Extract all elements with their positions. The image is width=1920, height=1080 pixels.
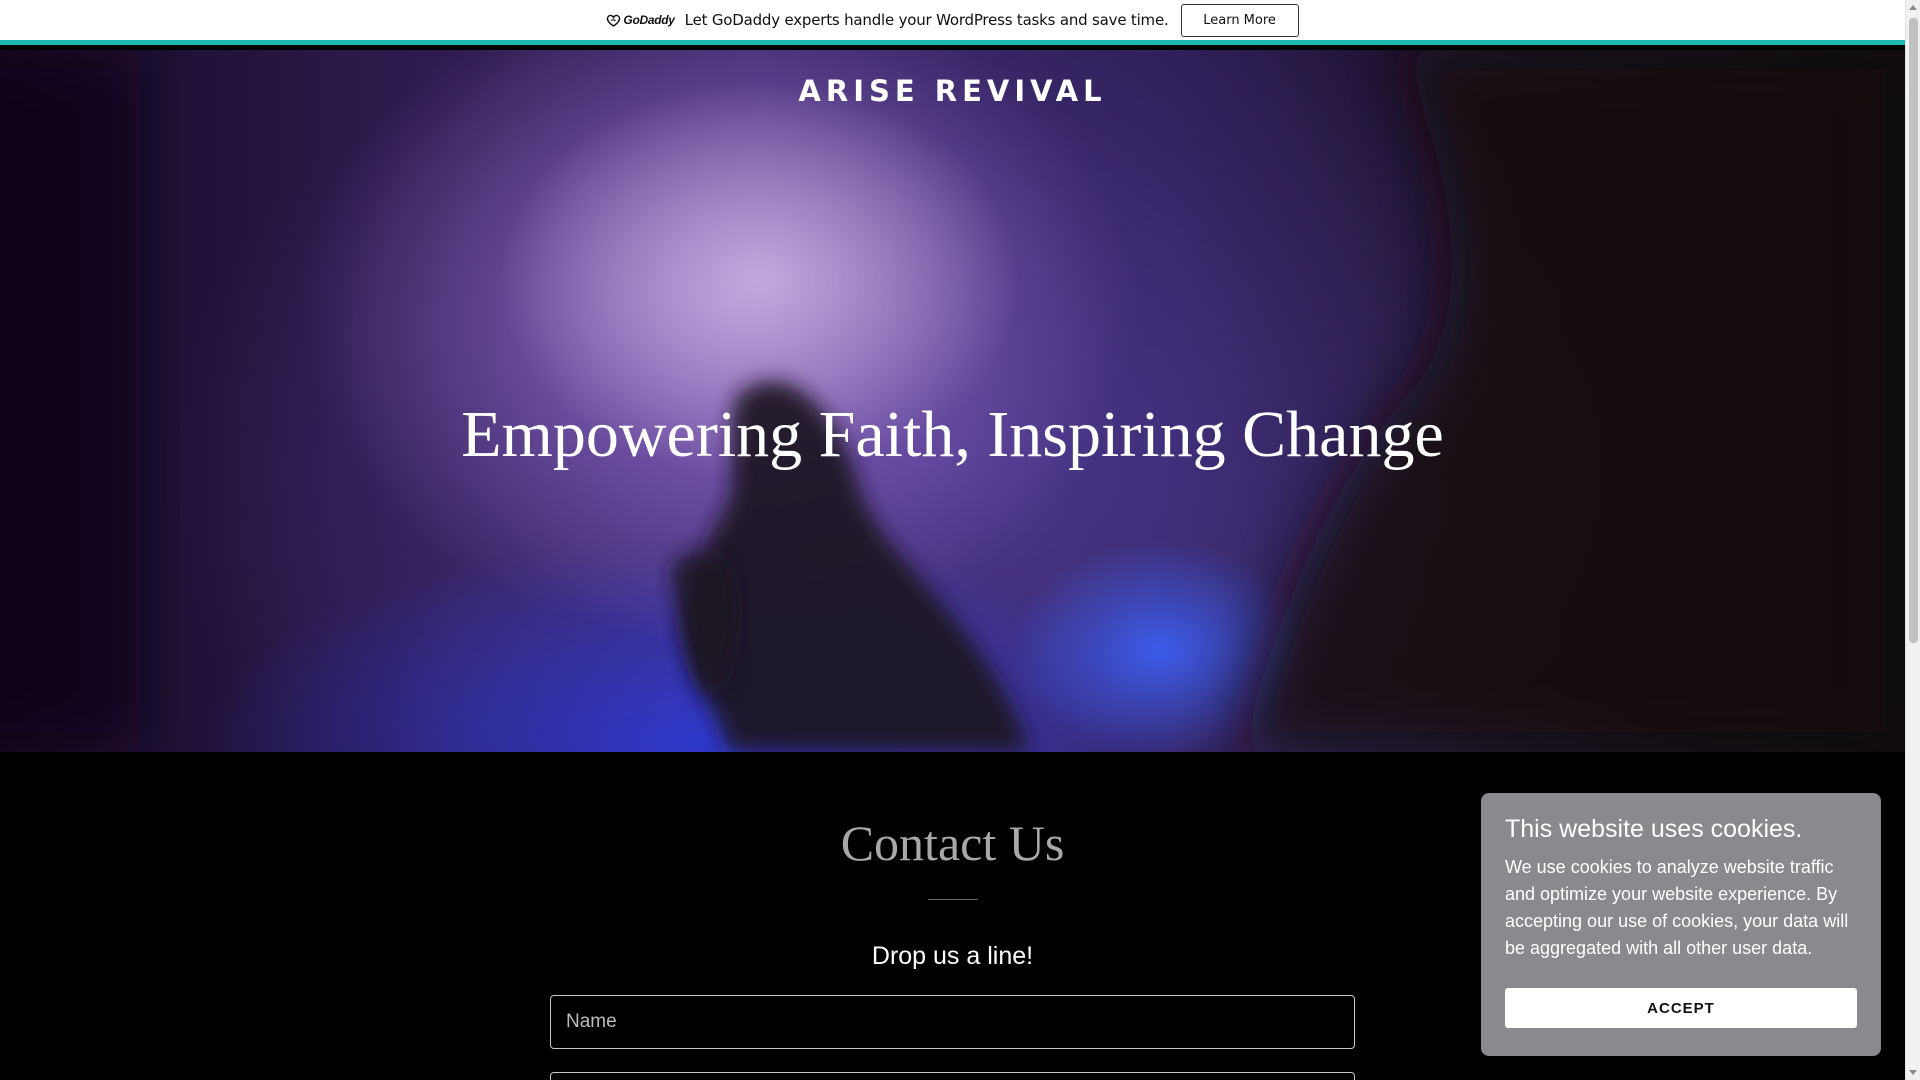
site-title[interactable]: ARISE REVIVAL xyxy=(0,74,1905,108)
scroll-up-arrow-icon[interactable] xyxy=(1909,5,1917,10)
godaddy-logo: GoDaddy xyxy=(606,13,675,27)
godaddy-logo-text: GoDaddy xyxy=(623,13,675,27)
vertical-scrollbar[interactable] xyxy=(1905,0,1920,1080)
accept-cookies-button[interactable]: ACCEPT xyxy=(1505,988,1857,1028)
godaddy-heart-icon xyxy=(607,14,621,27)
banner-message: Let GoDaddy experts handle your WordPres… xyxy=(684,11,1169,29)
hero-section: ARISE REVIVAL Empowering Faith, Inspirin… xyxy=(0,50,1905,752)
page: GoDaddy Let GoDaddy experts handle your … xyxy=(0,0,1905,1080)
name-field[interactable] xyxy=(550,995,1355,1049)
scroll-down-arrow-icon[interactable] xyxy=(1909,1070,1917,1075)
cookie-consent-popup: This website uses cookies. We use cookie… xyxy=(1481,793,1881,1056)
hero-heading: Empowering Faith, Inspiring Change xyxy=(461,398,1444,471)
scrollbar-thumb[interactable] xyxy=(1909,18,1918,643)
learn-more-button[interactable]: Learn More xyxy=(1180,3,1299,37)
cookie-title: This website uses cookies. xyxy=(1505,815,1803,843)
section-divider xyxy=(928,899,978,900)
cookie-message: We use cookies to analyze website traffi… xyxy=(1505,857,1849,958)
next-form-field[interactable] xyxy=(550,1072,1355,1080)
godaddy-promo-banner: GoDaddy Let GoDaddy experts handle your … xyxy=(0,0,1905,45)
